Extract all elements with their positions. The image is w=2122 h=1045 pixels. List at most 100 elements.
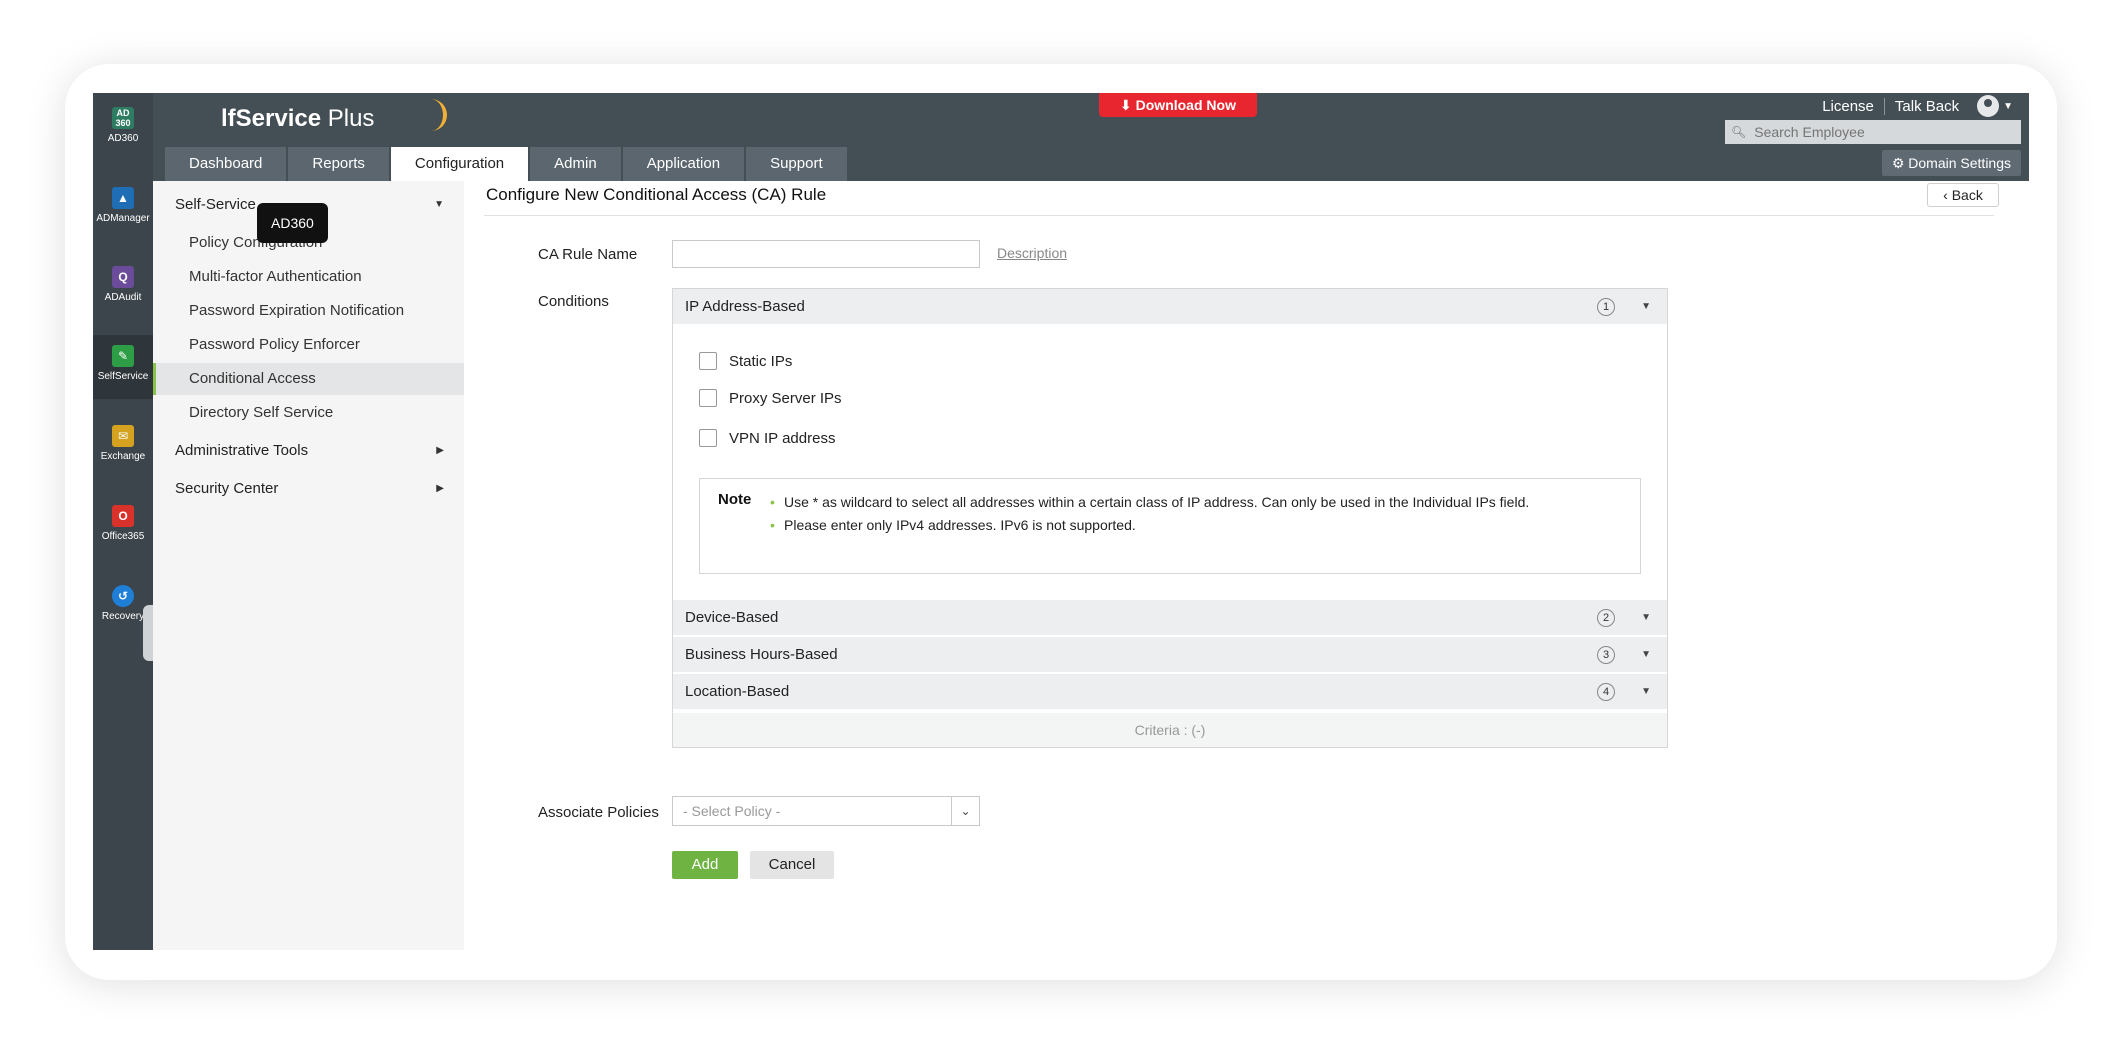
select-policy-dropdown[interactable]: - Select Policy - ⌄ <box>672 796 980 826</box>
description-link[interactable]: Description <box>997 245 1067 261</box>
sidebar-group-administrative-tools[interactable]: Administrative Tools ▶ <box>153 435 464 467</box>
sidebar-group-label: Security Center <box>175 480 279 497</box>
condition-title: Business Hours-Based <box>685 646 838 663</box>
tab-support[interactable]: Support <box>746 147 847 181</box>
caret-down-icon: ▼ <box>1641 686 1651 697</box>
rail-collapse-handle[interactable] <box>143 605 153 661</box>
tab-reports[interactable]: Reports <box>288 147 389 181</box>
sidebar-group-label: Self-Service <box>175 196 256 213</box>
rail-item-office365[interactable]: O Office365 <box>93 505 153 557</box>
vpn-ip-address-option: VPN IP address <box>699 429 835 447</box>
sidebar-group-label: Administrative Tools <box>175 442 309 459</box>
ca-rule-name-label: CA Rule Name <box>538 246 638 263</box>
condition-device-based[interactable]: Device-Based 2 ▼ <box>673 600 1667 636</box>
app-logo[interactable]: lfService Plus <box>221 105 374 133</box>
vpn-ip-address-checkbox[interactable] <box>699 429 717 447</box>
office365-icon: O <box>112 505 134 527</box>
note-label: Note <box>718 491 752 508</box>
product-rail: AD 360 AD360 ▲ ADManager Q ADAudit ✎ Self… <box>93 93 153 950</box>
exchange-icon: ✉ <box>112 425 134 447</box>
sidebar-item-password-policy-enforcer[interactable]: Password Policy Enforcer <box>153 329 464 361</box>
rail-label: SelfService <box>97 371 149 382</box>
sidebar: Self-Service ▼ Policy Configuration Mult… <box>153 181 464 950</box>
logo-bold-text: lfService <box>221 105 322 132</box>
sidebar-item-mfa[interactable]: Multi-factor Authentication <box>153 261 464 293</box>
selfservice-icon: ✎ <box>112 345 134 367</box>
rail-item-adaudit[interactable]: Q ADAudit <box>93 266 153 318</box>
condition-count-badge: 4 <box>1597 683 1615 701</box>
select-policy-value: - Select Policy - <box>683 803 781 819</box>
rail-label: ADAudit <box>104 292 142 303</box>
app-window: AD 360 AD360 ▲ ADManager Q ADAudit ✎ Self… <box>93 93 2029 950</box>
admanager-icon: ▲ <box>112 187 134 209</box>
condition-title: Location-Based <box>685 683 790 700</box>
conditions-label: Conditions <box>538 293 609 310</box>
app-header: lfService Plus ⬇ Download Now License Ta… <box>153 93 2029 181</box>
sidebar-item-directory-self-service[interactable]: Directory Self Service <box>153 397 464 429</box>
adaudit-icon: Q <box>112 266 134 288</box>
condition-count-badge: 3 <box>1597 646 1615 664</box>
proxy-server-ips-checkbox[interactable] <box>699 389 717 407</box>
rail-label: ADManager <box>96 213 150 224</box>
domain-settings-button[interactable]: ⚙ Domain Settings <box>1881 150 2021 176</box>
static-ips-option: Static IPs <box>699 352 792 370</box>
sidebar-item-conditional-access[interactable]: Conditional Access <box>153 363 464 395</box>
note-item: Please enter only IPv4 addresses. IPv6 i… <box>770 514 1630 537</box>
condition-title: Device-Based <box>685 609 779 626</box>
caret-down-icon: ▼ <box>1641 301 1651 312</box>
rail-label: AD360 <box>107 133 139 144</box>
checkbox-label: VPN IP address <box>729 429 836 447</box>
ca-rule-name-input[interactable] <box>672 240 980 268</box>
add-button[interactable]: Add <box>672 851 738 879</box>
license-link[interactable]: License <box>1812 97 1885 115</box>
static-ips-checkbox[interactable] <box>699 352 717 370</box>
rail-item-ad360[interactable]: AD 360 AD360 <box>93 107 153 159</box>
condition-count-badge: 2 <box>1597 609 1615 627</box>
gear-icon: ⚙ <box>1891 155 1909 171</box>
caret-right-icon: ▶ <box>436 483 444 494</box>
cancel-button[interactable]: Cancel <box>750 851 834 879</box>
search-employee-box: 🔍︎ <box>1725 120 2021 144</box>
header-links: License Talk Back ▼ <box>1812 95 2013 117</box>
rail-item-admanager[interactable]: ▲ ADManager <box>93 187 153 239</box>
sidebar-group-security-center[interactable]: Security Center ▶ <box>153 473 464 505</box>
tab-dashboard[interactable]: Dashboard <box>165 147 287 181</box>
caret-right-icon: ▶ <box>436 445 444 456</box>
rail-label: Exchange <box>100 451 146 462</box>
tab-application[interactable]: Application <box>622 147 745 181</box>
conditions-panel: IP Address-Based 1 ▼ Static IPs Proxy Se… <box>672 288 1668 748</box>
user-avatar-icon[interactable] <box>1977 95 2000 117</box>
proxy-server-ips-option: Proxy Server IPs <box>699 389 842 407</box>
search-icon: 🔍︎ <box>1731 125 1747 139</box>
checkbox-label: Proxy Server IPs <box>729 389 842 407</box>
chevron-left-icon: ‹ <box>1943 187 1952 203</box>
tab-admin[interactable]: Admin <box>530 147 621 181</box>
main-content: Configure New Conditional Access (CA) Ru… <box>464 181 2029 950</box>
rail-item-exchange[interactable]: ✉ Exchange <box>93 425 153 477</box>
sidebar-item-password-expiration[interactable]: Password Expiration Notification <box>153 295 464 327</box>
caret-down-icon: ▼ <box>1641 649 1651 660</box>
back-button[interactable]: ‹ Back <box>1927 183 1999 207</box>
search-employee-input[interactable] <box>1754 124 2005 140</box>
criteria-summary: Criteria : (-) <box>673 713 1667 747</box>
talk-back-link[interactable]: Talk Back <box>1885 98 1969 115</box>
chevron-down-icon: ⌄ <box>951 797 979 825</box>
condition-count-badge: 1 <box>1597 298 1615 316</box>
ad360-tooltip: AD360 <box>257 203 328 243</box>
rail-item-selfservice[interactable]: ✎ SelfService <box>93 335 153 399</box>
checkbox-label: Static IPs <box>729 352 793 370</box>
associate-policies-label: Associate Policies <box>538 804 659 821</box>
note-item: Use * as wildcard to select all addresse… <box>770 491 1630 514</box>
tab-configuration[interactable]: Configuration <box>390 147 529 181</box>
condition-title: IP Address-Based <box>685 298 805 315</box>
page-title: Configure New Conditional Access (CA) Ru… <box>486 185 827 204</box>
chevron-down-icon[interactable]: ▼ <box>2003 101 2013 112</box>
condition-business-hours-based[interactable]: Business Hours-Based 3 ▼ <box>673 637 1667 673</box>
download-now-button[interactable]: ⬇ Download Now <box>1099 93 1257 117</box>
note-list: Use * as wildcard to select all addresse… <box>770 491 1630 537</box>
recovery-icon: ↺ <box>112 585 134 607</box>
condition-ip-address-based[interactable]: IP Address-Based 1 ▼ <box>673 289 1667 325</box>
rail-label: Office365 <box>101 531 145 542</box>
title-divider <box>484 215 1994 216</box>
condition-location-based[interactable]: Location-Based 4 ▼ <box>673 674 1667 710</box>
